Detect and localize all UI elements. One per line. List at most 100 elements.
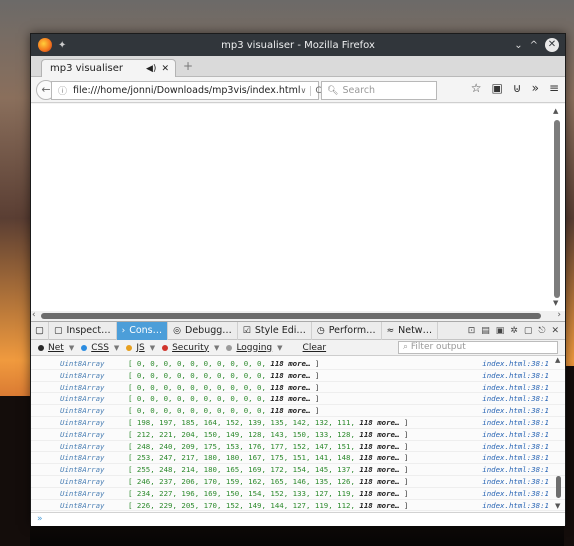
log-more-count[interactable]: 118 more… (270, 371, 310, 380)
log-source-link[interactable]: index.html:38:1 (482, 417, 549, 429)
scroll-down-icon[interactable]: ▼ (553, 299, 558, 307)
console-input[interactable]: » (31, 512, 565, 526)
log-more-count[interactable]: 118 more… (359, 453, 399, 462)
page-vertical-scrollbar[interactable]: ▲ ▼ (553, 107, 561, 307)
filter-net[interactable]: Net ▼ (38, 343, 74, 353)
console-log-row[interactable]: Uint8Array [ 255, 248, 214, 180, 165, 169… (31, 464, 565, 476)
tab-inspector[interactable]: ▢ Inspect… (49, 321, 117, 340)
log-more-count[interactable]: 118 more… (359, 418, 399, 427)
filter-logging[interactable]: Logging ▼ (226, 343, 283, 353)
tab-mp3-visualiser[interactable]: mp3 visualiser ◀) ✕ (41, 59, 176, 77)
search-input[interactable]: 🔍︎ Search (321, 81, 437, 100)
new-tab-button[interactable]: + (183, 59, 193, 73)
scratchpad-icon[interactable]: ▤ (481, 326, 490, 336)
log-more-count[interactable]: 118 more… (359, 442, 399, 451)
log-source-link[interactable]: index.html:38:1 (482, 488, 549, 500)
console-log-row[interactable]: Uint8Array [ 234, 227, 196, 169, 150, 154… (31, 488, 565, 500)
undock-icon[interactable]: ⎋ (538, 326, 545, 336)
url-dropdown-icon[interactable]: ∨ (301, 86, 307, 95)
bookmarks-icon[interactable]: ▣ (491, 81, 502, 95)
minimize-icon[interactable]: ⌄ (514, 40, 522, 51)
close-window-icon[interactable]: ✕ (545, 38, 559, 52)
console-log-row[interactable]: Uint8Array [ 253, 247, 217, 180, 180, 167… (31, 452, 565, 465)
log-source-link[interactable]: index.html:38:1 (482, 441, 549, 453)
settings-icon[interactable]: ✲ (510, 326, 518, 336)
clear-button[interactable]: Clear (303, 343, 327, 353)
log-more-count[interactable]: 118 more… (270, 359, 310, 368)
split-console-icon[interactable]: ⊡ (468, 326, 476, 336)
tab-performance[interactable]: ◷ Perform… (312, 321, 382, 340)
scroll-right-icon[interactable]: › (557, 310, 561, 320)
console-log-row[interactable]: Uint8Array [ 212, 221, 204, 150, 149, 128… (31, 429, 565, 441)
filter-js[interactable]: JS ▼ (126, 343, 155, 353)
log-more-count[interactable]: 118 more… (270, 383, 310, 392)
maximize-icon[interactable]: ^ (530, 40, 538, 51)
net-dot-icon (38, 344, 44, 351)
log-more-count[interactable]: 118 more… (359, 501, 399, 510)
log-source-link[interactable]: index.html:38:1 (482, 405, 549, 417)
log-values: [ 212, 221, 204, 150, 149, 128, 143, 150… (128, 429, 408, 441)
devtools-pick-icon[interactable]: ▢ (31, 321, 49, 340)
log-more-count[interactable]: 118 more… (270, 406, 310, 415)
console-log-row[interactable]: Uint8Array [ 0, 0, 0, 0, 0, 0, 0, 0, 0, 0… (31, 393, 565, 406)
filter-security[interactable]: Security ▼ (162, 343, 219, 353)
console-icon: › (121, 325, 126, 336)
log-values: [ 253, 247, 217, 180, 180, 167, 175, 151… (128, 452, 408, 464)
console-log-row[interactable]: Uint8Array [ 248, 240, 209, 175, 153, 176… (31, 441, 565, 453)
pocket-icon[interactable]: ⊍ (513, 81, 522, 95)
log-source-link[interactable]: index.html:38:1 (482, 464, 549, 476)
log-source-link[interactable]: index.html:38:1 (482, 476, 549, 488)
log-source-link[interactable]: index.html:38:1 (482, 370, 549, 382)
page-horizontal-scrollbar[interactable]: ‹ › (31, 310, 565, 321)
log-source-link[interactable]: index.html:38:1 (482, 500, 549, 512)
url-bar[interactable]: ⓘ file:///home/jonni/Downloads/mp3vis/in… (51, 81, 322, 100)
speaker-icon[interactable]: ◀) (146, 64, 156, 74)
console-log-row[interactable]: Uint8Array [ 0, 0, 0, 0, 0, 0, 0, 0, 0, 0… (31, 370, 565, 382)
log-source-link[interactable]: index.html:38:1 (482, 429, 549, 441)
console-log-row[interactable]: Uint8Array [ 0, 0, 0, 0, 0, 0, 0, 0, 0, 0… (31, 405, 565, 417)
console-log-row[interactable]: Uint8Array [ 0, 0, 0, 0, 0, 0, 0, 0, 0, 0… (31, 382, 565, 394)
tab-close-icon[interactable]: ✕ (161, 64, 169, 74)
log-bracket: ] (403, 441, 409, 451)
responsive-icon[interactable]: ▣ (496, 326, 505, 336)
overflow-icon[interactable]: » (532, 81, 539, 95)
console-log-row[interactable]: Uint8Array [ 198, 197, 185, 164, 152, 139… (31, 417, 565, 429)
log-source-link[interactable]: index.html:38:1 (482, 358, 549, 370)
console-scrollbar-thumb[interactable] (556, 476, 561, 498)
star-icon[interactable]: ☆ (471, 81, 482, 95)
log-source-link[interactable]: index.html:38:1 (482, 393, 549, 405)
tab-label: Netw… (398, 325, 433, 336)
scrollbar-thumb[interactable] (554, 120, 560, 298)
log-type: Uint8Array (60, 453, 105, 463)
filter-output-input[interactable]: ⌕ Filter output (398, 341, 558, 354)
tab-style-editor[interactable]: ☑ Style Edi… (238, 321, 312, 340)
scroll-down-icon[interactable]: ▼ (555, 502, 560, 510)
log-type: Uint8Array (60, 465, 105, 475)
tab-network[interactable]: ≈ Netw… (382, 321, 439, 340)
log-bracket: ] (314, 394, 320, 404)
tab-debugger[interactable]: ◎ Debugg… (168, 321, 238, 340)
console-log-row[interactable]: Uint8Array [ 0, 0, 0, 0, 0, 0, 0, 0, 0, 0… (31, 358, 565, 370)
log-values: [ 0, 0, 0, 0, 0, 0, 0, 0, 0, 0, 118 more… (128, 393, 319, 405)
scroll-left-icon[interactable]: ‹ (32, 310, 36, 320)
log-source-link[interactable]: index.html:38:1 (482, 382, 549, 394)
log-more-count[interactable]: 118 more… (359, 489, 399, 498)
close-devtools-icon[interactable]: ✕ (551, 326, 559, 336)
site-info-icon[interactable]: ⓘ (58, 84, 67, 97)
log-source-link[interactable]: index.html:38:1 (482, 452, 549, 464)
log-more-count[interactable]: 118 more… (270, 394, 310, 403)
console-log-row[interactable]: Uint8Array [ 246, 237, 206, 170, 159, 162… (31, 476, 565, 488)
console-log-row[interactable]: Uint8Array [ 226, 229, 205, 170, 152, 149… (31, 500, 565, 512)
scroll-up-icon[interactable]: ▲ (553, 107, 558, 115)
scroll-up-icon[interactable]: ▲ (555, 356, 560, 364)
horizontal-scrollbar-thumb[interactable] (41, 313, 541, 319)
tab-console[interactable]: › Cons… (116, 321, 169, 340)
filter-css[interactable]: CSS ▼ (81, 343, 119, 353)
console-scrollbar[interactable]: ▲ ▼ (555, 356, 562, 510)
log-more-count[interactable]: 118 more… (359, 465, 399, 474)
log-more-count[interactable]: 118 more… (359, 477, 399, 486)
dock-side-icon[interactable]: ▢ (524, 326, 533, 336)
menu-icon[interactable]: ≡ (549, 81, 559, 95)
log-more-count[interactable]: 118 more… (359, 430, 399, 439)
log-bracket: ] (403, 476, 409, 486)
